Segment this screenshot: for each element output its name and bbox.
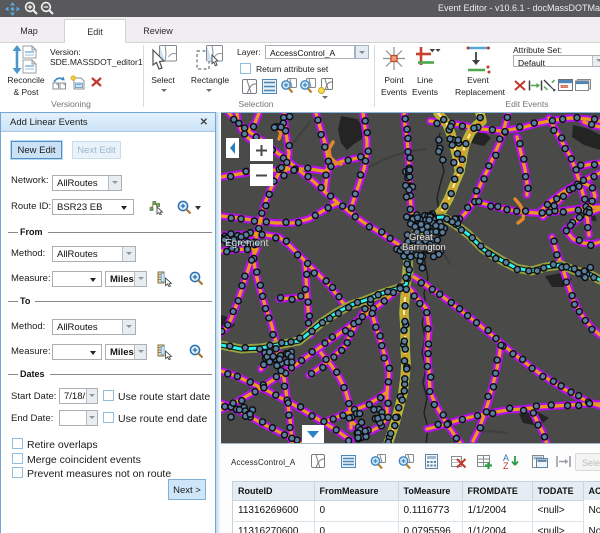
svg-text:Z: Z: [503, 461, 509, 470]
svg-text:Barrington: Barrington: [402, 242, 446, 253]
svg-text:Egremont: Egremont: [225, 238, 269, 249]
